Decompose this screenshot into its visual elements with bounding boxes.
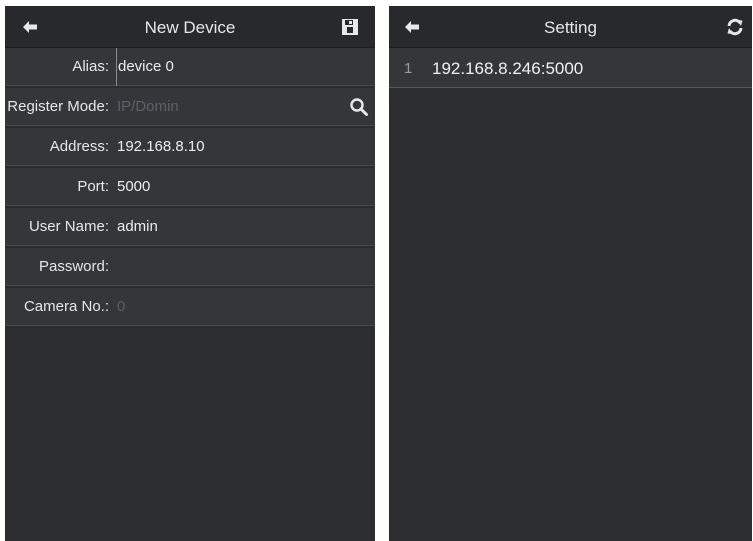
user-name-field[interactable]: User Name: admin: [5, 208, 375, 248]
save-icon[interactable]: [339, 16, 361, 38]
page-title: Setting: [544, 18, 597, 37]
camera-no-field[interactable]: Camera No.: 0: [5, 288, 375, 328]
list-item-index: 1: [404, 60, 413, 77]
user-name-input[interactable]: admin: [117, 208, 345, 246]
port-label: Port:: [77, 178, 109, 195]
refresh-icon[interactable]: [724, 16, 746, 38]
address-label: Address:: [49, 138, 109, 155]
setting-panel: Setting 1 192.168.8.246:5000: [389, 6, 752, 541]
alias-field[interactable]: Alias: device 0: [5, 48, 375, 88]
password-label: Password:: [38, 258, 109, 275]
password-field[interactable]: Password:: [5, 248, 375, 288]
list-item[interactable]: 1 192.168.8.246:5000: [389, 48, 752, 88]
register-mode-input[interactable]: IP/Domin: [117, 88, 345, 126]
new-device-titlebar: New Device: [5, 6, 375, 48]
alias-label: Alias:: [72, 58, 109, 75]
register-mode-label: Register Mode:: [7, 98, 109, 115]
port-field[interactable]: Port: 5000: [5, 168, 375, 208]
new-device-panel: New Device Alias: device 0 Register Mode…: [5, 6, 375, 541]
register-mode-field[interactable]: Register Mode: IP/Domin: [5, 88, 375, 128]
alias-input[interactable]: device 0: [116, 48, 345, 86]
page-title: New Device: [144, 18, 236, 37]
search-icon[interactable]: [349, 97, 369, 117]
camera-no-label: Camera No.:: [23, 298, 109, 315]
camera-no-input[interactable]: 0: [117, 288, 345, 326]
port-input[interactable]: 5000: [117, 168, 345, 206]
user-name-label: User Name:: [28, 218, 109, 235]
setting-titlebar: Setting: [389, 6, 752, 48]
address-input[interactable]: 192.168.8.10: [117, 128, 345, 166]
address-field[interactable]: Address: 192.168.8.10: [5, 128, 375, 168]
list-item-address: 192.168.8.246:5000: [432, 59, 584, 78]
